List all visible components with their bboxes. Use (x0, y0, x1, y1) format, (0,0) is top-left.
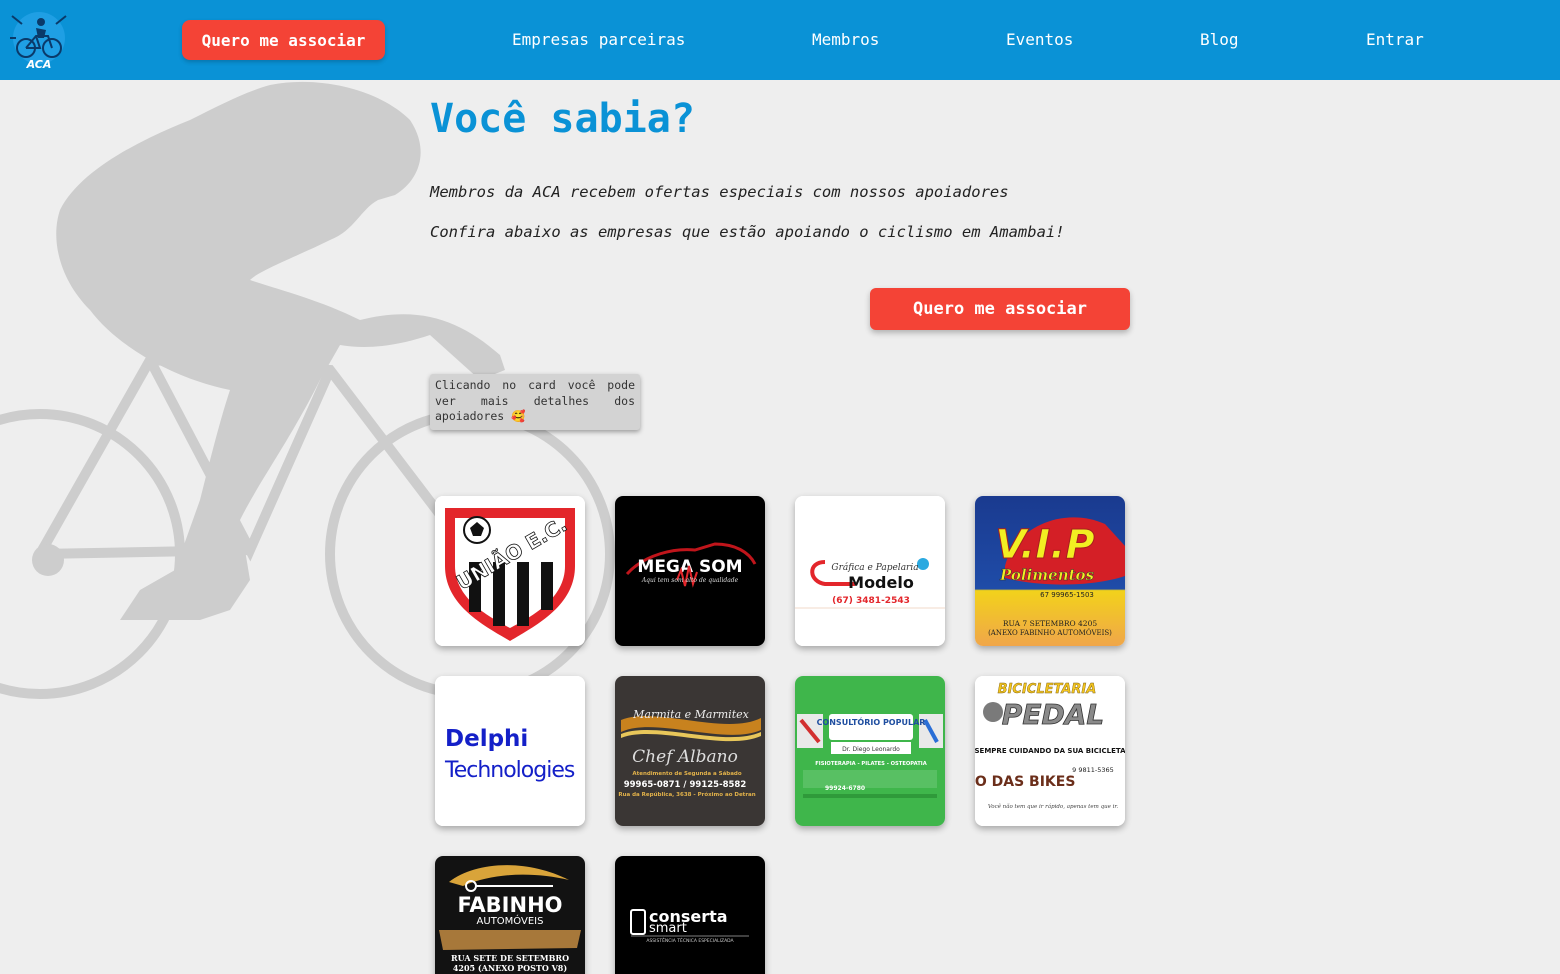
card-hint-tooltip: Clicando no card você pode ver mais deta… (430, 374, 640, 430)
svg-text:RUA SETE DE SETEMBRO: RUA SETE DE SETEMBRO (451, 953, 569, 963)
svg-text:Rua da República, 3638 - Próxi: Rua da República, 3638 - Próximo ao Detr… (618, 791, 755, 798)
svg-text:Chef Albano: Chef Albano (632, 747, 738, 767)
mega-som-logo: MEGA SOM Aqui tem som alto de qualidade (615, 496, 765, 646)
nav-link-entrar[interactable]: Entrar (1366, 28, 1424, 52)
svg-text:CONSULTÓRIO POPULAR: CONSULTÓRIO POPULAR (817, 716, 926, 727)
svg-text:99924-6780: 99924-6780 (825, 785, 865, 792)
nav-link-eventos[interactable]: Eventos (1006, 28, 1073, 52)
consultorio-popular-logo: CONSULTÓRIO POPULAR Dr. Diego Leonardo F… (795, 676, 945, 826)
vip-polimentos-logo: V.I.P Polimentos 67 99965-1503 RUA 7 SET… (975, 496, 1125, 646)
top-navbar: ACA Quero me associar Empresas parceiras… (0, 0, 1560, 80)
nav-link-empresas-parceiras[interactable]: Empresas parceiras (512, 28, 685, 52)
svg-text:V.I.P: V.I.P (995, 522, 1094, 568)
svg-text:RUA 7 SETEMBRO 4205: RUA 7 SETEMBRO 4205 (1003, 619, 1097, 628)
svg-text:BICICLETARIA: BICICLETARIA (998, 682, 1097, 697)
bicicletaria-pedal-logo: BICICLETARIA PEDAL SEMPRE CUIDANDO DA SU… (975, 676, 1125, 826)
delphi-logo: Delphi Technologies (435, 676, 585, 826)
svg-text:FISIOTERAPIA - PILATES - OSTEO: FISIOTERAPIA - PILATES - OSTEOPATIA (815, 761, 926, 767)
partner-card-vip-polimentos[interactable]: V.I.P Polimentos 67 99965-1503 RUA 7 SET… (975, 496, 1125, 646)
svg-text:(ANEXO FABINHO AUTOMÓVEIS): (ANEXO FABINHO AUTOMÓVEIS) (988, 628, 1112, 637)
svg-text:Gráfica e Papelaria: Gráfica e Papelaria (831, 562, 918, 573)
partner-card-uniao[interactable]: UNIÃO E.C. (435, 496, 585, 646)
svg-text:Atendimento de Segunda a Sábad: Atendimento de Segunda a Sábado (632, 770, 742, 777)
svg-text:smart: smart (649, 921, 687, 936)
svg-text:9 9811-5365: 9 9811-5365 (1072, 766, 1114, 774)
svg-text:PEDAL: PEDAL (1002, 698, 1104, 731)
svg-text:MAGO DAS BIKES: MAGO DAS BIKES (975, 774, 1075, 790)
conserta-smart-logo: conserta smart ASSISTÊNCIA TÉCNICA ESPEC… (615, 856, 765, 974)
svg-text:Dr. Diego Leonardo: Dr. Diego Leonardo (842, 746, 900, 753)
svg-text:Aqui tem som alto de qualidade: Aqui tem som alto de qualidade (641, 577, 739, 584)
svg-text:4205 (ANEXO POSTO V8): 4205 (ANEXO POSTO V8) (453, 963, 568, 973)
page-title: Você sabia? (430, 96, 695, 142)
svg-text:67 99965-1503: 67 99965-1503 (1040, 591, 1094, 599)
svg-text:Polimentos: Polimentos (999, 566, 1095, 584)
partner-card-conserta-smart[interactable]: conserta smart ASSISTÊNCIA TÉCNICA ESPEC… (615, 856, 765, 974)
chef-albano-logo: Marmita e Marmitex Chef Albano Atendimen… (615, 676, 765, 826)
partner-card-consultorio-popular[interactable]: CONSULTÓRIO POPULAR Dr. Diego Leonardo F… (795, 676, 945, 826)
svg-text:SEMPRE CUIDANDO DA SUA BICICLE: SEMPRE CUIDANDO DA SUA BICICLETA (975, 747, 1125, 755)
intro-text-partners: Confira abaixo as empresas que estão apo… (430, 223, 1065, 241)
svg-text:Você não tem que ir rápido, ap: Você não tem que ir rápido, apenas tem q… (988, 803, 1119, 810)
aca-logo[interactable]: ACA (8, 8, 70, 72)
svg-text:Technologies: Technologies (444, 758, 575, 783)
intro-text-members: Membros da ACA recebem ofertas especiais… (430, 183, 1009, 201)
svg-text:Modelo: Modelo (848, 573, 914, 592)
nav-link-membros[interactable]: Membros (812, 28, 879, 52)
partner-card-mega-som[interactable]: MEGA SOM Aqui tem som alto de qualidade (615, 496, 765, 646)
partner-card-delphi[interactable]: Delphi Technologies (435, 676, 585, 826)
partner-card-chef-albano[interactable]: Marmita e Marmitex Chef Albano Atendimen… (615, 676, 765, 826)
svg-text:99965-0871 / 99125-8582: 99965-0871 / 99125-8582 (624, 780, 747, 790)
partner-card-bicicletaria-pedal[interactable]: BICICLETARIA PEDAL SEMPRE CUIDANDO DA SU… (975, 676, 1125, 826)
nav-link-blog[interactable]: Blog (1200, 28, 1239, 52)
svg-text:AUTOMÓVEIS: AUTOMÓVEIS (477, 914, 544, 927)
svg-text:Marmita e Marmitex: Marmita e Marmitex (632, 708, 749, 721)
grafica-modelo-logo: Gráfica e Papelaria Modelo (67) 3481-254… (795, 496, 945, 646)
svg-text:(67) 3481-2543: (67) 3481-2543 (832, 596, 910, 606)
fabinho-automoveis-logo: FABINHO AUTOMÓVEIS RUA SETE DE SETEMBRO … (435, 856, 585, 974)
partner-card-grafica-modelo[interactable]: Gráfica e Papelaria Modelo (67) 3481-254… (795, 496, 945, 646)
svg-text:ACA: ACA (26, 58, 52, 71)
header-join-button[interactable]: Quero me associar (182, 20, 385, 60)
svg-text:Delphi: Delphi (445, 726, 528, 752)
uniao-logo: UNIÃO E.C. (435, 496, 585, 646)
main-join-button[interactable]: Quero me associar (870, 288, 1130, 330)
svg-text:FABINHO: FABINHO (457, 893, 562, 917)
partner-card-fabinho-automoveis[interactable]: FABINHO AUTOMÓVEIS RUA SETE DE SETEMBRO … (435, 856, 585, 974)
